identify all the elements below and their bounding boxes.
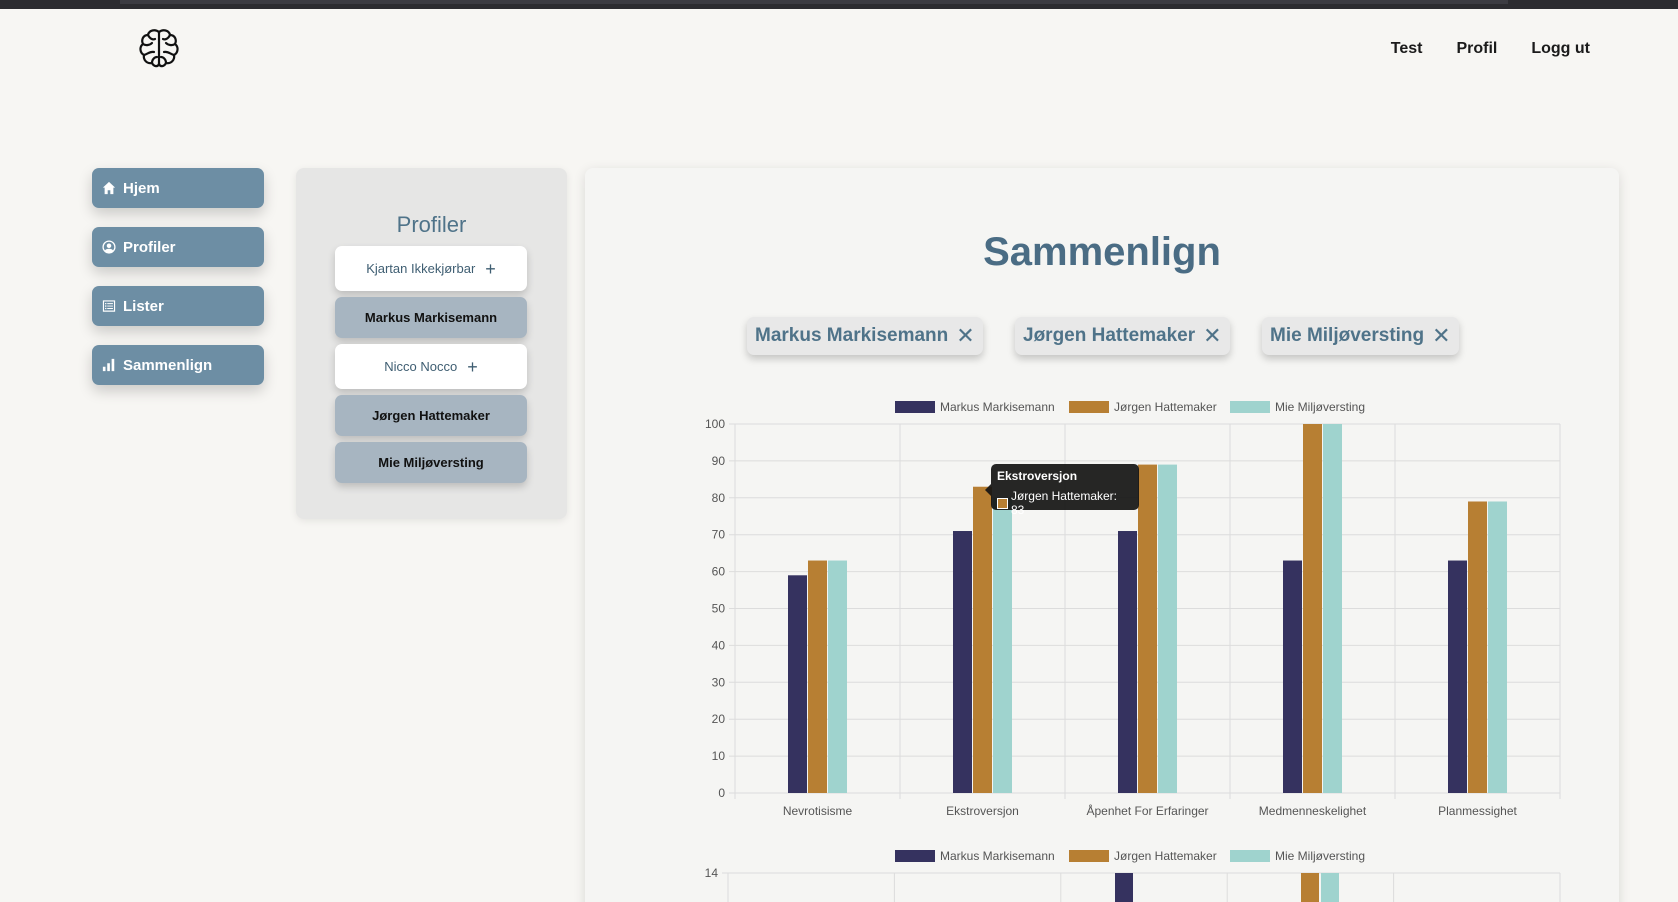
comparison-charts: Markus Markisemann Jørgen Hattemaker Mie M…: [705, 400, 1561, 902]
legend-swatch: [1230, 850, 1270, 862]
y-tick-label: 70: [712, 528, 726, 542]
bar: [1118, 531, 1137, 793]
legend-label: Mie Miljøversting: [1275, 400, 1365, 414]
legend-swatch: [1069, 401, 1109, 413]
legend-swatch: [1230, 401, 1270, 413]
bar: [1323, 424, 1342, 793]
legend-swatch: [895, 401, 935, 413]
bar: [1115, 873, 1133, 902]
y-tick-label: 30: [712, 675, 726, 689]
bar: [1488, 501, 1507, 793]
bar: [993, 497, 1012, 793]
bar: [1303, 424, 1322, 793]
bar: [1321, 873, 1339, 902]
bar: [828, 560, 847, 793]
y-tick-label: 0: [718, 786, 725, 800]
y-tick-label: 10: [712, 749, 726, 763]
y-tick-label: 80: [712, 491, 726, 505]
bar: [1158, 464, 1177, 793]
bar: [953, 531, 972, 793]
x-tick-label: Planmessighet: [1438, 804, 1517, 818]
y-tick-label: 40: [712, 638, 726, 652]
tooltip-title: Ekstroversjon: [997, 469, 1078, 483]
bar: [808, 560, 827, 793]
x-tick-label: Åpenhet For Erfaringer: [1086, 803, 1208, 818]
legend-label: Jørgen Hattemaker: [1114, 400, 1217, 414]
bar: [1138, 464, 1157, 793]
x-tick-label: Medmenneskelighet: [1259, 804, 1367, 818]
y-tick-label: 90: [712, 454, 726, 468]
chart-tooltip: Ekstroversjon Jørgen Hattemaker: 83: [985, 464, 1139, 517]
legend-swatch: [1069, 850, 1109, 862]
legend-label: Jørgen Hattemaker: [1114, 849, 1217, 863]
y-tick-label: 50: [712, 602, 726, 616]
legend-swatch: [895, 850, 935, 862]
bar: [1301, 873, 1319, 902]
legend-label: Mie Miljøversting: [1275, 849, 1365, 863]
x-tick-label: Ekstroversjon: [946, 804, 1019, 818]
bar: [973, 486, 992, 793]
y-tick-label: 100: [705, 417, 725, 431]
bar: [1468, 501, 1487, 793]
x-tick-label: Nevrotisisme: [783, 804, 853, 818]
tooltip-swatch: [997, 497, 1008, 509]
y-tick-label: 60: [712, 565, 726, 579]
y-tick-label: 20: [712, 712, 726, 726]
bar: [1448, 560, 1467, 793]
bar: [788, 575, 807, 793]
bar: [1283, 560, 1302, 793]
y-tick-label: 14: [705, 866, 719, 880]
tooltip-text: Jørgen Hattemaker: 83: [1010, 489, 1117, 517]
legend-label: Markus Markisemann: [940, 849, 1055, 863]
legend-label: Markus Markisemann: [940, 400, 1055, 414]
